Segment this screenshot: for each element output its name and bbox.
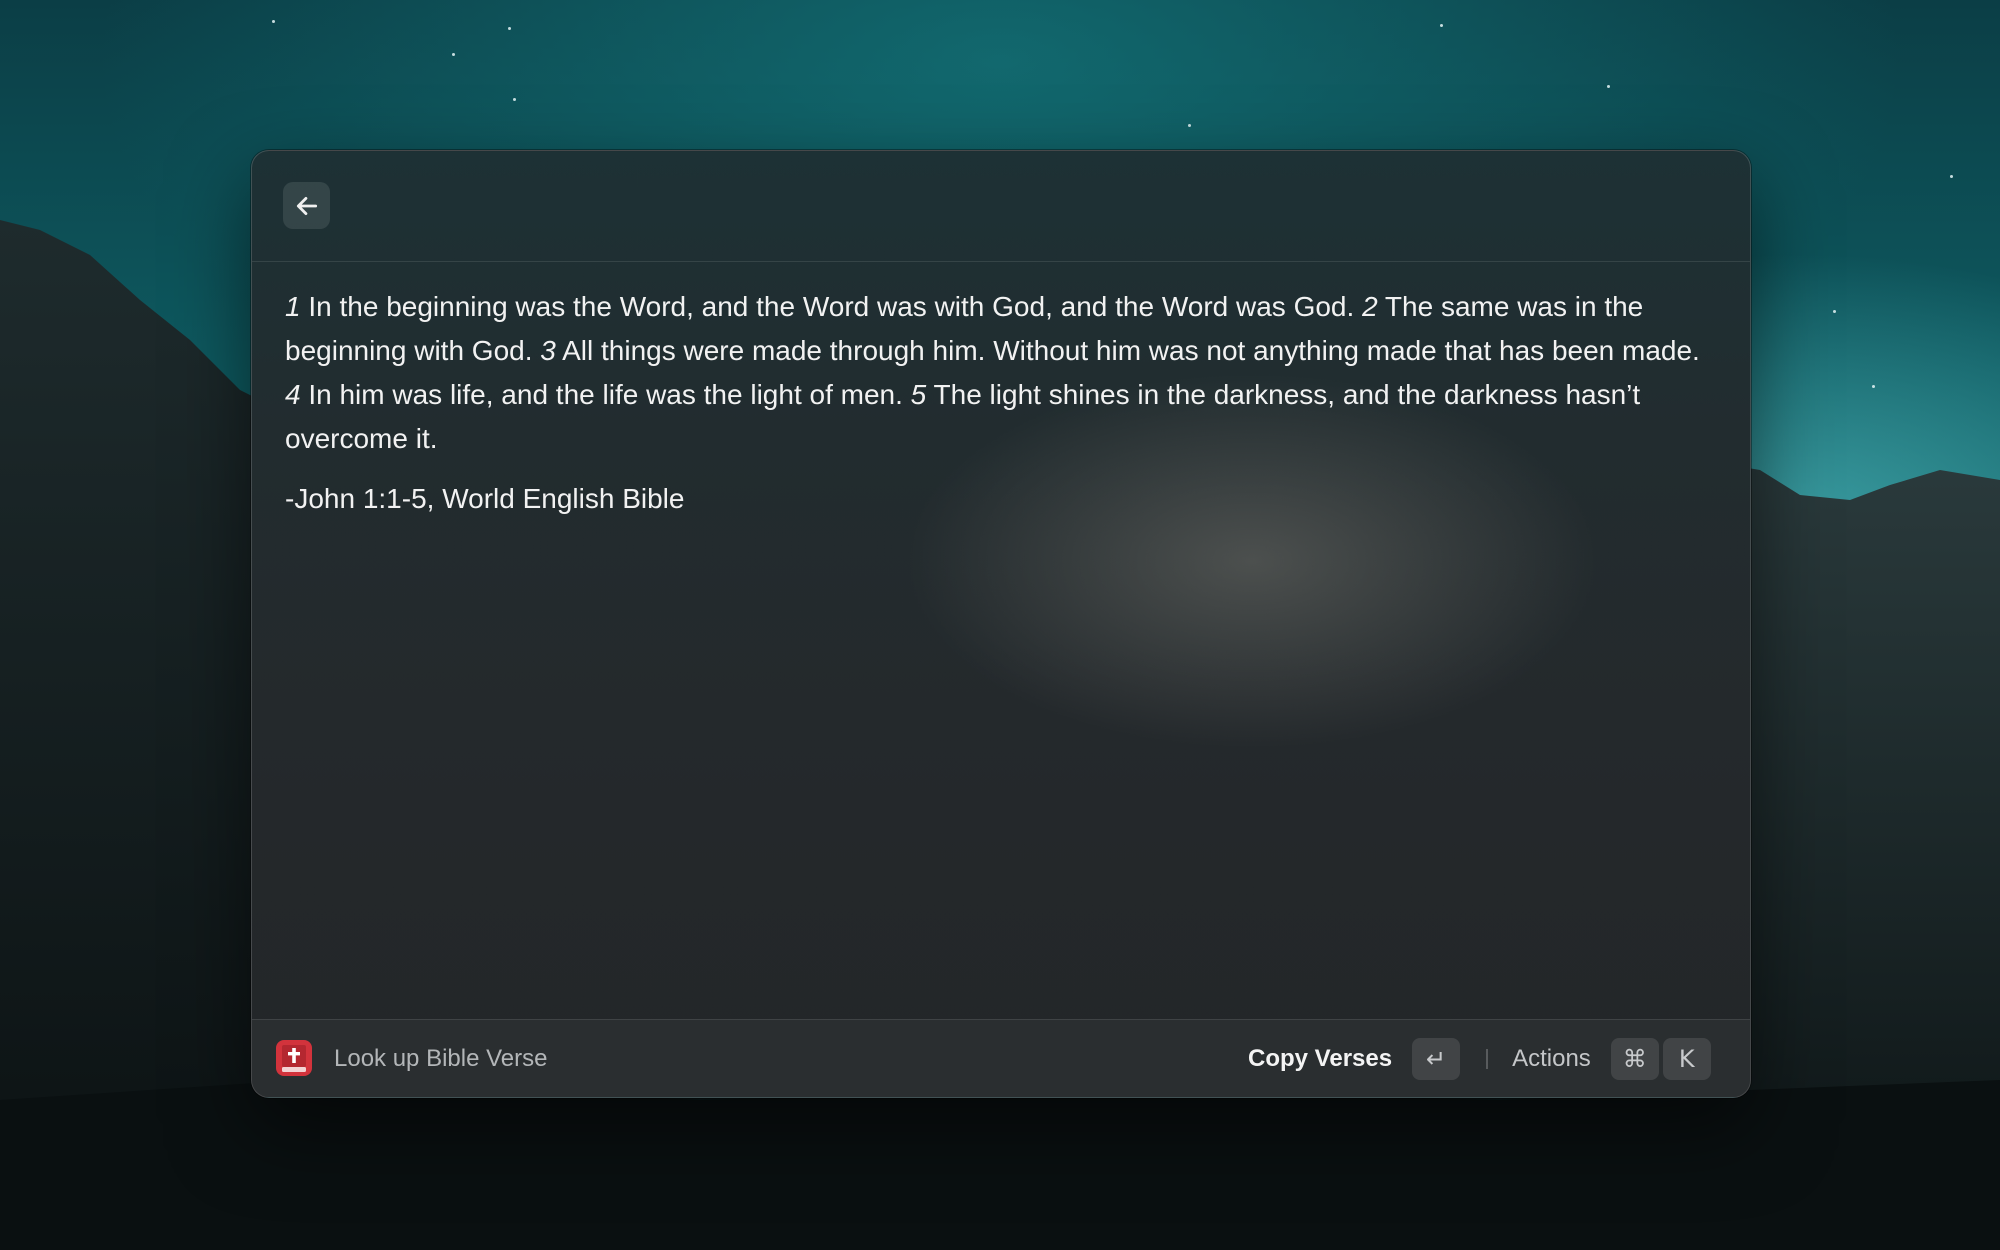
verse-number: 2 xyxy=(1362,291,1378,322)
verse-text: All things were made through him. Withou… xyxy=(555,335,1700,366)
verse-text: In the beginning was the Word, and the W… xyxy=(300,291,1363,322)
action-group: Copy Verses ↵ Actions ⌘ K xyxy=(1248,1020,1711,1097)
verse-passage: 1 In the beginning was the Word, and the… xyxy=(285,285,1715,461)
back-button[interactable] xyxy=(283,182,330,229)
k-key-hint: K xyxy=(1662,1037,1711,1080)
action-bar: Look up Bible Verse Copy Verses ↵ Action… xyxy=(252,1019,1750,1097)
verse-text: In him was life, and the life was the li… xyxy=(300,379,911,410)
window-header xyxy=(252,151,1750,262)
verse-content: 1 In the beginning was the Word, and the… xyxy=(285,285,1715,521)
copy-verses-button[interactable]: Copy Verses xyxy=(1248,1045,1392,1073)
divider xyxy=(1486,1048,1489,1069)
actions-button[interactable]: Actions xyxy=(1512,1045,1591,1073)
extension-title: Look up Bible Verse xyxy=(334,1045,548,1072)
desktop-background: 1 In the beginning was the Word, and the… xyxy=(0,0,2000,1250)
arrow-left-icon xyxy=(296,196,317,215)
raycast-window: 1 In the beginning was the Word, and the… xyxy=(251,150,1751,1098)
verse-number: 5 xyxy=(910,379,927,410)
verse-citation: -John 1:1-5, World English Bible xyxy=(285,483,685,514)
verse-number: 3 xyxy=(540,335,556,366)
command-key-hint: ⌘ xyxy=(1610,1037,1659,1080)
verse-number: 1 xyxy=(285,291,301,322)
verse-number: 4 xyxy=(285,379,301,410)
enter-key-hint: ↵ xyxy=(1412,1037,1461,1080)
bible-book-icon xyxy=(276,1040,312,1076)
